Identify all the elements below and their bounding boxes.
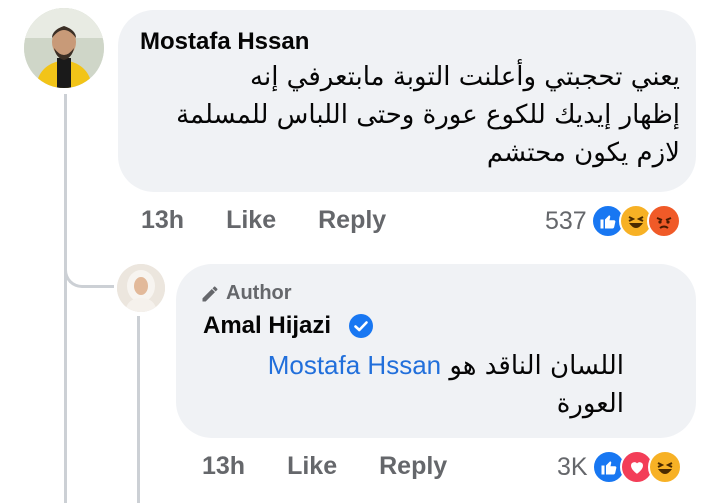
pencil-icon (202, 286, 218, 301)
reaction-summary[interactable]: 3K (557, 450, 682, 484)
mention-link[interactable]: Mostafa Hssan (268, 350, 441, 380)
comment-text: يعني تحجبتي وأعلنت التوبة مابتعرفي إنه إ… (140, 58, 680, 172)
reply-author-name[interactable]: Amal Hijazi (203, 312, 331, 340)
reply-text-line: اللسان الناقد هو Mostafa Hssan (164, 346, 624, 385)
comment-actions: 13h Like Reply (141, 206, 428, 235)
author-badge-label: Author (226, 282, 292, 304)
reply-time[interactable]: 13h (202, 452, 245, 481)
reply-text-line: العورة (556, 389, 624, 419)
reaction-count: 537 (545, 206, 587, 235)
reply-actions: 13h Like Reply (202, 452, 489, 481)
reply-text: اللسان الناقد هو Mostafa Hssan العورة (164, 346, 624, 423)
reaction-summary[interactable]: 537 (545, 204, 681, 238)
avatar-image (117, 264, 165, 312)
comment-text-line: لازم يكون محتشم (486, 138, 680, 168)
verified-badge-icon (349, 314, 373, 338)
author-badge: Author (200, 282, 292, 305)
thread-line (64, 94, 67, 503)
reply-thread-line (137, 316, 140, 503)
reply-connector (64, 250, 114, 288)
reply-button[interactable]: Reply (318, 206, 386, 235)
avatar[interactable] (24, 8, 104, 88)
avatar-image (24, 8, 104, 88)
reaction-count: 3K (557, 452, 588, 481)
comment-text-line: يعني تحجبتي وأعلنت التوبة مابتعرفي إنه (250, 62, 680, 92)
comment-time[interactable]: 13h (141, 206, 184, 235)
like-button[interactable]: Like (226, 206, 276, 235)
haha-icon (647, 450, 682, 484)
reply-text-fragment: اللسان الناقد هو (449, 351, 624, 381)
avatar[interactable] (117, 264, 165, 312)
comment-author-name[interactable]: Mostafa Hssan (140, 28, 309, 56)
like-button[interactable]: Like (287, 452, 337, 481)
comment-text-line: إظهار إيديك للكوع عورة وحتى اللباس للمسل… (176, 100, 680, 130)
angry-icon (646, 204, 681, 238)
reply-button[interactable]: Reply (379, 452, 447, 481)
